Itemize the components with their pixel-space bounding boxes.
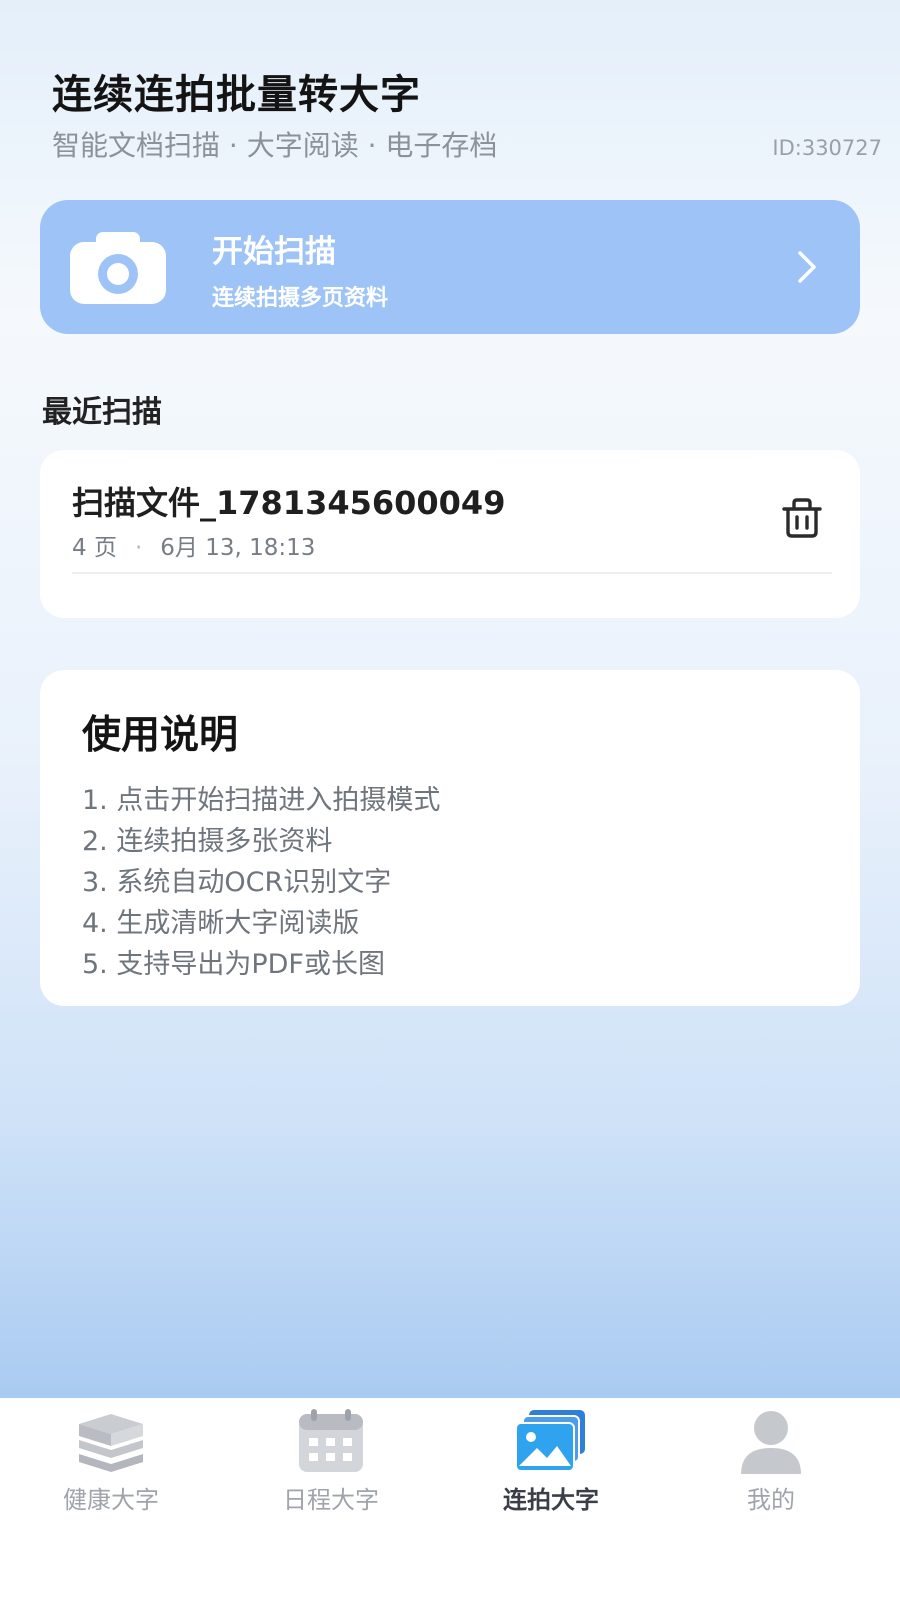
usage-guide-list: 1. 点击开始扫描进入拍摄模式 2. 连续拍摄多张资料 3. 系统自动OCR识别…	[82, 780, 440, 985]
nav-tab-burst-capture[interactable]: 连拍大字	[456, 1408, 646, 1518]
scan-page-count: 4 页	[72, 535, 117, 561]
usage-guide-title: 使用说明	[82, 713, 239, 758]
nav-label-health: 健康大字	[63, 1486, 159, 1514]
user-icon	[741, 1411, 801, 1474]
nav-label-burst-capture: 连拍大字	[503, 1486, 599, 1514]
trash-icon[interactable]	[780, 496, 824, 540]
nav-label-profile: 我的	[747, 1486, 795, 1514]
start-scan-button[interactable]: 开始扫描 连续拍摄多页资料	[40, 200, 860, 334]
card-divider	[72, 572, 832, 574]
page-subtitle: 智能文档扫描 · 大字阅读 · 电子存档	[52, 129, 498, 162]
guide-step-3: 3. 系统自动OCR识别文字	[82, 867, 392, 898]
nav-tab-schedule[interactable]: 日程大字	[236, 1408, 426, 1518]
chevron-right-icon	[798, 251, 816, 283]
nav-label-schedule: 日程大字	[283, 1486, 379, 1514]
meta-separator: ·	[134, 535, 143, 561]
start-scan-subtitle: 连续拍摄多页资料	[212, 286, 389, 311]
recent-scans-heading: 最近扫描	[42, 395, 162, 430]
calendar-icon	[299, 1409, 363, 1472]
user-id-label: ID:330727	[772, 136, 882, 160]
nav-tab-health[interactable]: 健康大字	[16, 1408, 206, 1518]
page-title: 连续连拍批量转大字	[52, 72, 421, 118]
nav-tab-profile[interactable]: 我的	[676, 1408, 866, 1518]
scan-file-meta: 4 页 · 6月 13, 18:13	[72, 528, 315, 562]
guide-step-2: 2. 连续拍摄多张资料	[82, 826, 333, 857]
scan-date: 6月 13, 18:13	[160, 535, 316, 561]
book-stack-icon	[79, 1414, 143, 1472]
guide-step-4: 4. 生成清晰大字阅读版	[82, 908, 360, 939]
usage-guide-card: 使用说明 1. 点击开始扫描进入拍摄模式 2. 连续拍摄多张资料 3. 系统自动…	[40, 670, 860, 1006]
photo-stack-icon	[515, 1410, 585, 1472]
start-scan-title: 开始扫描	[212, 234, 336, 270]
guide-step-1: 1. 点击开始扫描进入拍摄模式	[82, 785, 441, 816]
bottom-nav: 健康大字 日程大字 连拍大字 我的	[0, 1398, 900, 1600]
scan-file-name: 扫描文件_1781345600049	[72, 484, 506, 522]
camera-icon	[70, 232, 166, 304]
guide-step-5: 5. 支持导出为PDF或长图	[82, 949, 385, 980]
recent-scan-item[interactable]: 扫描文件_1781345600049 4 页 · 6月 13, 18:13	[40, 450, 860, 618]
